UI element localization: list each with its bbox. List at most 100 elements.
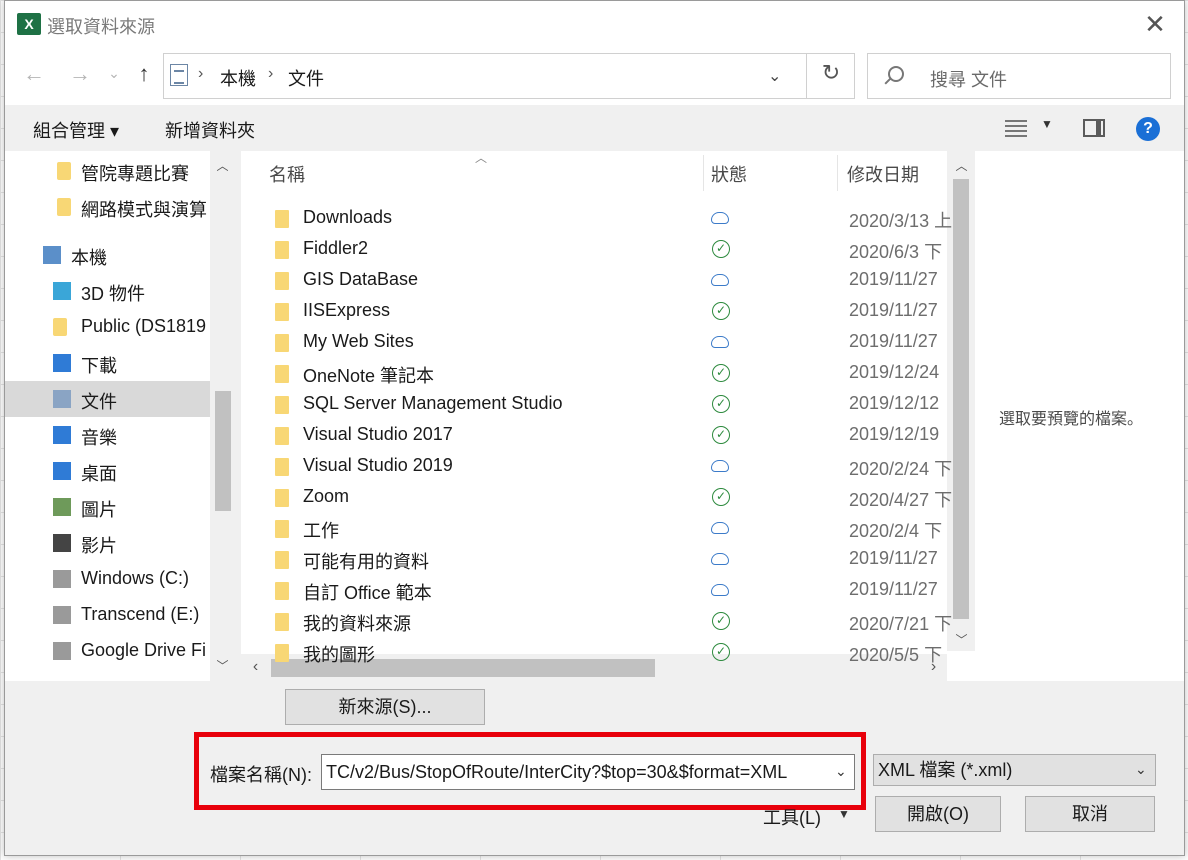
tree-item[interactable]: 文件	[5, 381, 210, 417]
file-row[interactable]: Visual Studio 2017 ✓ 2019/12/19	[241, 420, 949, 451]
tree-item[interactable]: 網路模式與演算	[5, 189, 210, 225]
file-type-dropdown-icon[interactable]: ⌄	[1135, 761, 1147, 778]
drive-icon	[53, 570, 71, 588]
scroll-down-icon[interactable]: ﹀	[949, 631, 974, 648]
view-options-icon[interactable]	[1005, 117, 1027, 137]
tree-item[interactable]: 音樂	[5, 417, 210, 453]
address-dropdown-icon[interactable]: ⌄	[768, 66, 781, 86]
column-header-modified[interactable]: 修改日期	[847, 161, 919, 187]
file-row[interactable]: Zoom ✓ 2020/4/27 下	[241, 482, 952, 513]
back-arrow-icon[interactable]: ←	[19, 61, 49, 87]
file-row[interactable]: 我的圖形 ✓ 2020/5/5 下	[241, 637, 949, 668]
folder-icon	[275, 210, 289, 228]
cloud-status-icon	[711, 336, 729, 348]
scroll-thumb[interactable]	[953, 179, 969, 619]
breadcrumb-separator: ›	[198, 65, 204, 82]
search-icon	[888, 66, 904, 82]
tree-item[interactable]: 本機	[5, 237, 210, 273]
file-row[interactable]: 可能有用的資料 2019/11/27	[241, 544, 949, 575]
tree-item[interactable]: 桌面	[5, 453, 210, 489]
help-icon[interactable]: ?	[1136, 117, 1160, 141]
cloud-status-icon	[711, 274, 729, 286]
up-arrow-icon[interactable]: ↑	[129, 61, 159, 87]
tree-item-label: Windows (C:)	[81, 568, 190, 588]
file-name: 我的圖形	[303, 645, 375, 665]
tree-item[interactable]: 下載	[5, 345, 210, 381]
filename-dropdown-icon[interactable]: ⌄	[835, 763, 847, 780]
videos-icon	[53, 534, 71, 552]
open-button[interactable]: 開啟(O)	[875, 796, 1001, 832]
file-name: OneNote 筆記本	[303, 366, 435, 386]
modified-date: 2019/11/27	[849, 269, 938, 289]
preview-pane: 選取要預覽的檔案。	[975, 151, 1184, 681]
scroll-thumb[interactable]	[215, 391, 231, 511]
file-row[interactable]: Fiddler2 ✓ 2020/6/3 下	[241, 234, 949, 265]
synced-check-icon: ✓	[712, 488, 730, 506]
column-header-status[interactable]: 狀態	[711, 161, 747, 187]
file-name: GIS DataBase	[303, 269, 419, 289]
file-list: ︿ 名稱 狀態 修改日期 ︿ ﹀ ‹ › Downloads 2020/3/13 …	[241, 151, 975, 681]
file-row[interactable]: 工作 2020/2/4 下	[241, 513, 949, 544]
file-row[interactable]: IISExpress ✓ 2019/11/27	[241, 296, 949, 327]
recent-locations-icon[interactable]: ⌄	[99, 65, 129, 82]
filename-input[interactable]: TC/v2/Bus/StopOfRoute/InterCity?$top=30&…	[321, 754, 855, 790]
file-row[interactable]: Downloads 2020/3/13 上	[241, 203, 953, 234]
documents-location-icon	[170, 64, 188, 86]
tree-item[interactable]: 3D 物件	[5, 273, 210, 309]
file-row[interactable]: My Web Sites 2019/11/27	[241, 327, 949, 358]
file-name: My Web Sites	[303, 331, 414, 351]
tools-dropdown-icon[interactable]: ▼	[838, 807, 850, 821]
file-row[interactable]: Visual Studio 2019 2020/2/24 下	[241, 451, 952, 482]
file-row[interactable]: OneNote 筆記本 ✓ 2019/12/24	[241, 358, 949, 389]
tree-item[interactable]: Windows (C:)	[5, 561, 210, 597]
computer-icon	[43, 246, 61, 264]
tree-item[interactable]: 影片	[5, 525, 210, 561]
column-divider[interactable]	[703, 155, 704, 191]
folder-icon	[275, 582, 289, 600]
folder-icon	[275, 458, 289, 476]
synced-check-icon: ✓	[712, 364, 730, 382]
breadcrumb-documents[interactable]: 文件	[288, 65, 324, 91]
breadcrumb-this-pc[interactable]: 本機	[220, 65, 256, 91]
search-input[interactable]: 搜尋 文件	[867, 53, 1171, 99]
tree-item[interactable]: Google Drive Fi	[5, 633, 210, 669]
modified-date: 2020/3/13 上	[849, 211, 953, 231]
navigation-tree: 管院專題比賽 網路模式與演算 本機 3D 物件 Public (DS1819 下載 文件 音樂…	[5, 151, 235, 681]
folder-icon	[53, 318, 67, 336]
tree-item[interactable]: 圖片	[5, 489, 210, 525]
file-row[interactable]: 自訂 Office 範本 2019/11/27	[241, 575, 949, 606]
tree-item[interactable]: 管院專題比賽	[5, 153, 210, 189]
file-row[interactable]: GIS DataBase 2019/11/27	[241, 265, 949, 296]
scroll-down-icon[interactable]: ﹀	[210, 657, 235, 674]
preview-pane-icon[interactable]	[1083, 119, 1105, 137]
tree-item[interactable]: Transcend (E:)	[5, 597, 210, 633]
organize-menu[interactable]: 組合管理 ▾	[33, 117, 119, 143]
file-name: Zoom	[303, 486, 350, 506]
tree-item[interactable]: Public (DS1819	[5, 309, 210, 345]
tools-menu[interactable]: 工具(L)	[763, 804, 821, 830]
view-dropdown-icon[interactable]: ▼	[1041, 117, 1053, 131]
address-bar[interactable]: › 本機 › 文件 ⌄ ↻	[163, 53, 855, 99]
column-header-name[interactable]: 名稱	[269, 161, 305, 187]
tree-scrollbar[interactable]: ︿ ﹀	[210, 151, 235, 681]
close-icon[interactable]: ✕	[1140, 9, 1170, 39]
folder-icon	[275, 272, 289, 290]
file-row[interactable]: 我的資料來源 ✓ 2020/7/21 下	[241, 606, 952, 637]
file-row[interactable]: SQL Server Management Studio ✓ 2019/12/12	[241, 389, 949, 420]
cancel-button[interactable]: 取消	[1025, 796, 1155, 832]
modified-date: 2019/12/19	[849, 424, 940, 444]
file-name: Visual Studio 2017	[303, 424, 453, 444]
excel-icon: X	[17, 13, 41, 35]
new-folder-button[interactable]: 新增資料夾	[165, 117, 255, 143]
column-divider[interactable]	[837, 155, 838, 191]
synced-check-icon: ✓	[712, 643, 730, 661]
modified-date: 2020/2/4 下	[849, 521, 943, 541]
scroll-up-icon[interactable]: ︿	[949, 157, 974, 174]
folder-icon	[275, 303, 289, 321]
new-source-button[interactable]: 新來源(S)...	[285, 689, 485, 725]
file-type-select[interactable]: XML 檔案 (*.xml)	[873, 754, 1156, 786]
command-bar: 組合管理 ▾ 新增資料夾 ▼ ?	[5, 105, 1184, 151]
refresh-icon[interactable]: ↻	[816, 60, 846, 86]
forward-arrow-icon[interactable]: →	[65, 61, 95, 87]
scroll-up-icon[interactable]: ︿	[210, 157, 235, 174]
